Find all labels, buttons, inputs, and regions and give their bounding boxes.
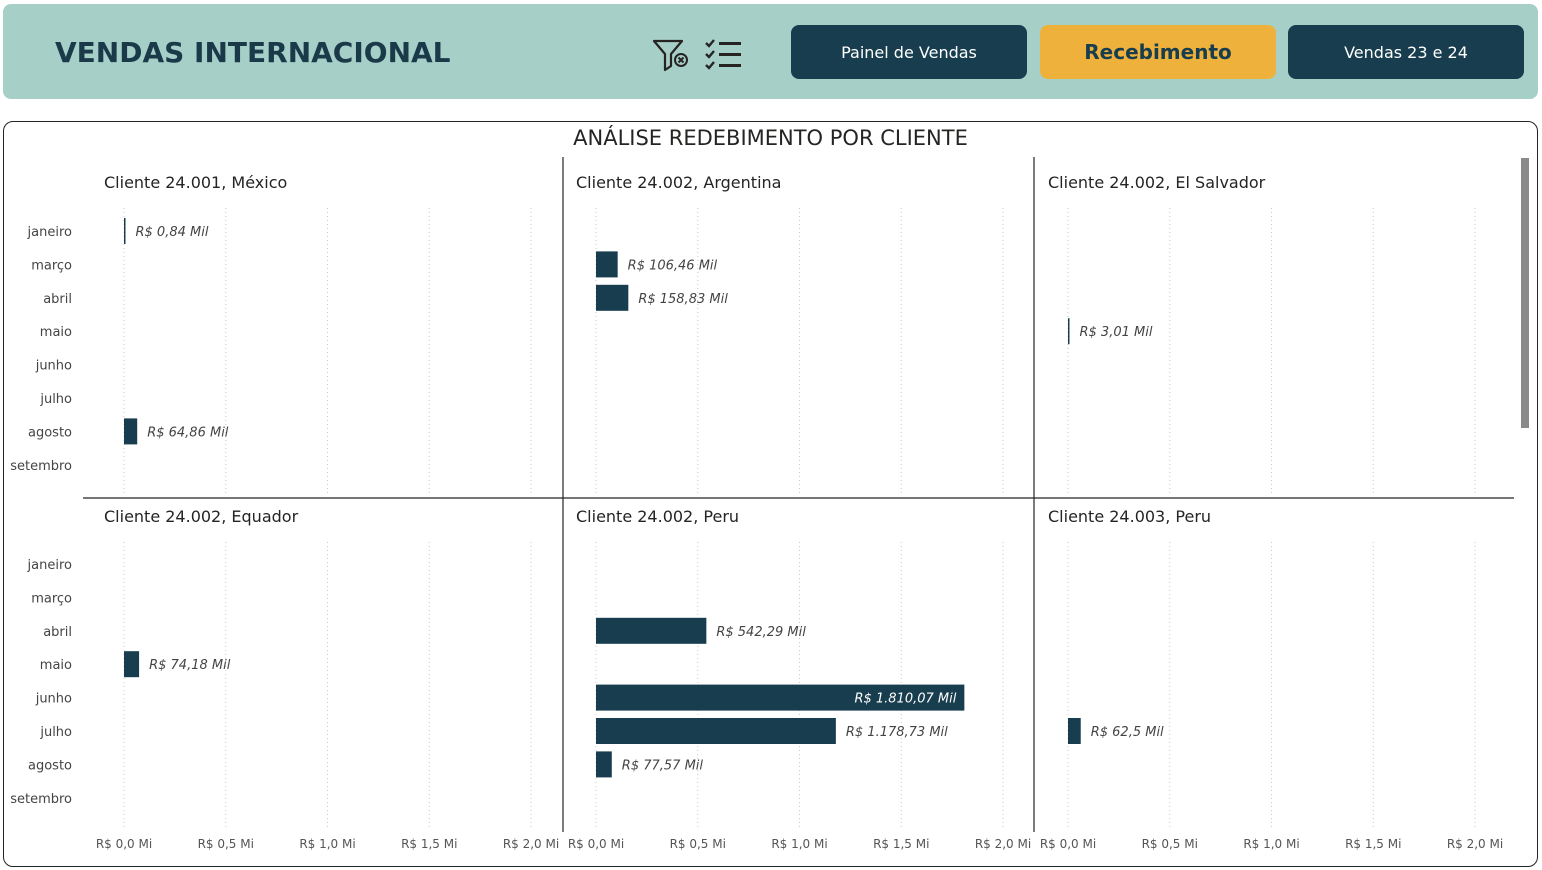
bar: [1068, 318, 1070, 345]
x-tick-label: R$ 1,0 Mi: [771, 837, 827, 851]
x-tick-label: R$ 0,0 Mi: [568, 837, 624, 851]
panel-title: Cliente 24.002, Peru: [576, 507, 739, 526]
x-tick-label: R$ 1,5 Mi: [873, 837, 929, 851]
category-label: abril: [43, 292, 72, 307]
category-label: maio: [40, 325, 72, 340]
data-label: R$ 62,5 Mil: [1091, 725, 1164, 740]
bar: [1068, 718, 1081, 744]
bar: [124, 418, 138, 445]
bar: [124, 218, 126, 244]
bar: [596, 751, 612, 778]
x-tick-label: R$ 1,0 Mi: [299, 837, 355, 851]
data-label: R$ 64,86 Mil: [147, 425, 229, 440]
x-tick-label: R$ 0,5 Mi: [670, 837, 726, 851]
small-multiples-bar-chart: janeiro março abril maio junho julho agosto set…: [10, 157, 1514, 851]
panel-title: Cliente 24.003, Peru: [1048, 507, 1211, 526]
data-label: R$ 542,29 Mil: [716, 625, 806, 640]
x-tick-label: R$ 2,0 Mi: [503, 837, 559, 851]
x-tick-label: R$ 0,5 Mi: [198, 837, 254, 851]
category-label: agosto: [28, 758, 72, 773]
x-tick-label: R$ 1,0 Mi: [1243, 837, 1299, 851]
panel-title: Cliente 24.001, México: [104, 173, 287, 192]
x-tick-label: R$ 2,0 Mi: [975, 837, 1031, 851]
category-label: junho: [35, 359, 72, 374]
data-label: R$ 0,84 Mil: [136, 225, 209, 240]
category-label: junho: [35, 692, 72, 707]
data-label: R$ 1.810,07 Mil: [854, 692, 956, 707]
category-label: setembro: [10, 459, 72, 474]
data-label: R$ 106,46 Mil: [628, 258, 718, 273]
category-label: julho: [39, 392, 72, 407]
category-label: março: [31, 258, 72, 273]
x-tick-label: R$ 0,5 Mi: [1142, 837, 1198, 851]
bar: [596, 718, 836, 744]
category-label: agosto: [28, 425, 72, 440]
data-label: R$ 77,57 Mil: [622, 758, 704, 773]
panel-title: Cliente 24.002, El Salvador: [1048, 173, 1266, 192]
x-tick-label: R$ 1,5 Mi: [401, 837, 457, 851]
x-tick-label: R$ 0,0 Mi: [1040, 837, 1096, 851]
data-label: R$ 158,83 Mil: [638, 292, 728, 307]
category-label: janeiro: [27, 558, 72, 573]
bar: [596, 617, 707, 644]
x-tick-label: R$ 1,5 Mi: [1345, 837, 1401, 851]
category-label: setembro: [10, 792, 72, 807]
category-label: janeiro: [27, 225, 72, 240]
category-label: março: [31, 591, 72, 606]
bar: [124, 651, 140, 678]
data-label: R$ 3,01 Mil: [1080, 325, 1153, 340]
x-tick-label: R$ 0,0 Mi: [96, 837, 152, 851]
data-label: R$ 1.178,73 Mil: [846, 725, 948, 740]
category-label: julho: [39, 725, 72, 740]
bar: [596, 251, 618, 278]
panel-title: Cliente 24.002, Argentina: [576, 173, 781, 192]
data-label: R$ 74,18 Mil: [149, 658, 231, 673]
category-label: maio: [40, 658, 72, 673]
x-tick-label: R$ 2,0 Mi: [1447, 837, 1503, 851]
category-label: abril: [43, 625, 72, 640]
bar: [596, 284, 629, 311]
panel-title: Cliente 24.002, Equador: [104, 507, 299, 526]
